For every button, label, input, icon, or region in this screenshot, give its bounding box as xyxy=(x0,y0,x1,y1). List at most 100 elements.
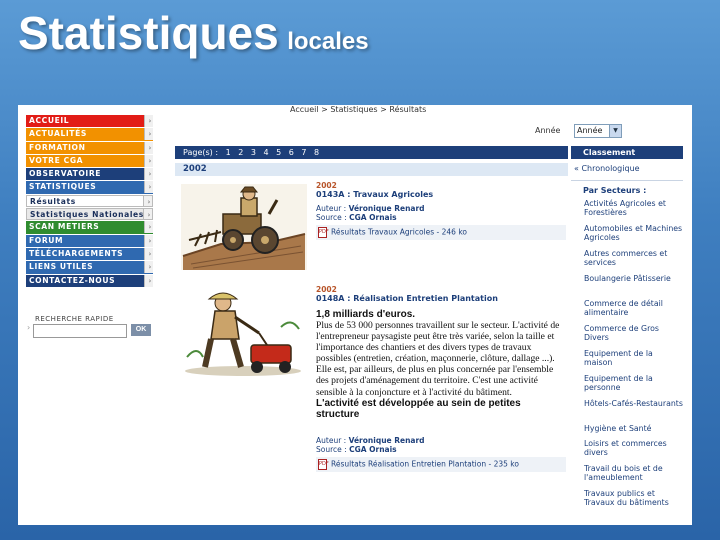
sector-link[interactable]: Commerce de Gros Divers xyxy=(571,324,683,349)
chevron-right-icon: › xyxy=(148,263,152,272)
sector-link[interactable]: Travail du bois et de l'ameublement xyxy=(571,464,683,489)
chevron-right-icon: › xyxy=(148,183,152,192)
slide-title-main: Statistiques xyxy=(18,7,279,59)
nav-label: FORMATION xyxy=(29,142,86,152)
search-input[interactable] xyxy=(33,324,127,338)
sort-chronological[interactable]: « Chronologique xyxy=(571,164,683,178)
sort-chronological-label: Chronologique xyxy=(581,164,640,173)
article-headline: 1,8 milliards d'euros. xyxy=(316,309,416,320)
chevron-right-icon: › xyxy=(147,197,151,206)
article-conclusion: L'activité est développée au sein de pet… xyxy=(316,397,521,420)
article-year: 2002 xyxy=(316,181,337,190)
article-title[interactable]: 0143A : Travaux Agricoles xyxy=(316,190,566,199)
slide-title-sub: locales xyxy=(287,28,369,55)
sort-sidebar: Classement « Chronologique Par Secteurs … xyxy=(571,146,683,521)
article-body: 2002 0143A : Travaux Agricoles Auteur : … xyxy=(316,181,566,240)
sector-heading: Par Secteurs : xyxy=(583,186,647,195)
sector-link[interactable]: Autres commerces et services xyxy=(571,249,683,274)
nav-item-scan-metiers[interactable]: SCAN METIERS › xyxy=(26,221,153,234)
sort-header: Classement xyxy=(571,146,683,159)
divider xyxy=(571,180,683,181)
nav-item-actualites[interactable]: ACTUALITÉS › xyxy=(26,128,153,141)
chevron-right-icon: › xyxy=(148,170,152,179)
year-select[interactable]: Année ▼ xyxy=(574,124,622,138)
breadcrumb[interactable]: Accueil > Statistiques > Résultats xyxy=(290,105,426,114)
page-link[interactable]: 6 xyxy=(289,148,294,157)
nav-label: Statistiques Nationales xyxy=(30,210,144,220)
year-filter-label: Année xyxy=(535,126,561,135)
page-link[interactable]: 8 xyxy=(314,148,319,157)
nav-label: OBSERVATOIRE xyxy=(29,169,102,179)
nav-label: TÉLÉCHARGEMENTS xyxy=(29,248,124,258)
website-screenshot: Accueil > Statistiques > Résultats ACCUE… xyxy=(18,105,692,525)
page-link[interactable]: 5 xyxy=(276,148,281,157)
page-link[interactable]: 1 xyxy=(226,148,231,157)
nav-item-statistiques-nationales[interactable]: Statistiques Nationales › xyxy=(26,208,153,221)
pdf-icon: PDF xyxy=(318,227,329,238)
sector-link[interactable]: Travaux publics et Travaux du bâtiments xyxy=(571,489,683,521)
nav-label: CONTACTEZ-NOUS xyxy=(29,275,116,285)
download-link[interactable]: PDF Résultats Réalisation Entretien Plant… xyxy=(316,456,566,472)
chevron-right-icon: › xyxy=(148,223,152,232)
nav-label: ACTUALITÉS xyxy=(29,129,87,139)
download-link-label: Résultats Travaux Agricoles - 246 ko xyxy=(331,227,467,237)
year-header: 2002 xyxy=(175,163,568,176)
nav-item-contactez-nous[interactable]: CONTACTEZ-NOUS › xyxy=(26,274,153,287)
chevron-right-icon: › xyxy=(147,211,151,220)
article-card: 2002 0143A : Travaux Agricoles Auteur : … xyxy=(175,181,568,273)
chevron-right-icon: › xyxy=(148,156,152,165)
download-link[interactable]: PDF Résultats Travaux Agricoles - 246 ko xyxy=(316,225,566,240)
nav-item-observatoire[interactable]: OBSERVATOIRE › xyxy=(26,168,153,181)
sector-link[interactable]: Boulangerie Pâtisserie xyxy=(571,274,683,299)
chevron-right-icon: › xyxy=(148,236,152,245)
page-link[interactable]: 3 xyxy=(251,148,256,157)
sector-link[interactable]: Equipement de la maison xyxy=(571,349,683,374)
author-label: Auteur : xyxy=(316,435,347,445)
author-name: Véronique Renard xyxy=(348,204,425,213)
article-source: Source : CGA Ornais xyxy=(316,445,566,454)
author-name: Véronique Renard xyxy=(348,435,425,445)
sector-link[interactable]: Activités Agricoles et Forestières xyxy=(571,199,683,224)
page-link[interactable]: 4 xyxy=(263,148,268,157)
search-label: RECHERCHE RAPIDE xyxy=(35,315,114,323)
left-navigation: ACCUEIL › ACTUALITÉS › FORMATION › VOTRE CG… xyxy=(26,115,153,288)
sector-link[interactable]: Automobiles et Machines Agricoles xyxy=(571,224,683,249)
article-year: 2002 xyxy=(316,285,337,294)
search-ok-button[interactable]: OK xyxy=(131,324,151,336)
tractor-illustration xyxy=(181,184,307,270)
source-name: CGA Ornais xyxy=(349,213,397,222)
chevron-right-icon: › xyxy=(148,117,152,125)
article-card: 2002 0148A : Réalisation Entretien Plant… xyxy=(175,285,568,521)
nav-item-votre-cga[interactable]: VOTRE CGA › xyxy=(26,154,153,168)
source-name: CGA Ornais xyxy=(349,444,397,454)
year-select-value: Année xyxy=(577,126,603,135)
source-label: Source : xyxy=(316,213,347,222)
pdf-icon: PDF xyxy=(318,458,329,470)
article-author: Auteur : Véronique Renard xyxy=(316,204,566,213)
article-text: Plus de 53 000 personnes travaillent sur… xyxy=(316,320,560,398)
chevron-right-icon: › xyxy=(148,249,152,258)
nav-label: LIENS UTILES xyxy=(29,262,94,272)
nav-item-resultats[interactable]: Résultats › xyxy=(26,194,153,208)
chevron-down-icon: ▼ xyxy=(609,125,621,137)
sector-link[interactable]: Equipement de la personne xyxy=(571,374,683,399)
nav-label: ACCUEIL xyxy=(29,116,70,125)
nav-item-formation[interactable]: FORMATION › xyxy=(26,141,153,154)
sector-link[interactable]: Loisirs et commerces divers xyxy=(571,439,683,464)
article-title[interactable]: 0148A : Réalisation Entretien Plantation xyxy=(316,294,566,303)
chevron-right-icon: › xyxy=(148,143,152,152)
nav-item-forum[interactable]: FORUM › xyxy=(26,234,153,247)
page-link[interactable]: 7 xyxy=(301,148,306,157)
gardener-illustration xyxy=(181,287,305,377)
source-label: Source : xyxy=(316,444,347,454)
page-link[interactable]: 2 xyxy=(238,148,243,157)
slide-title: Statistiques locales xyxy=(18,6,369,60)
nav-item-liens-utiles[interactable]: LIENS UTILES › xyxy=(26,261,153,274)
sector-link[interactable]: Commerce de détail alimentaire xyxy=(571,299,683,324)
nav-item-accueil[interactable]: ACCUEIL › xyxy=(26,115,153,128)
nav-item-telechargements[interactable]: TÉLÉCHARGEMENTS › xyxy=(26,247,153,261)
pagination-bar: Page(s) : 1 2 3 4 5 6 7 8 xyxy=(175,146,568,159)
sector-link[interactable]: Hôtels-Cafés-Restaurants xyxy=(571,399,683,424)
nav-item-statistiques[interactable]: STATISTIQUES › xyxy=(26,181,153,194)
sector-link[interactable]: Hygiène et Santé xyxy=(571,424,683,439)
